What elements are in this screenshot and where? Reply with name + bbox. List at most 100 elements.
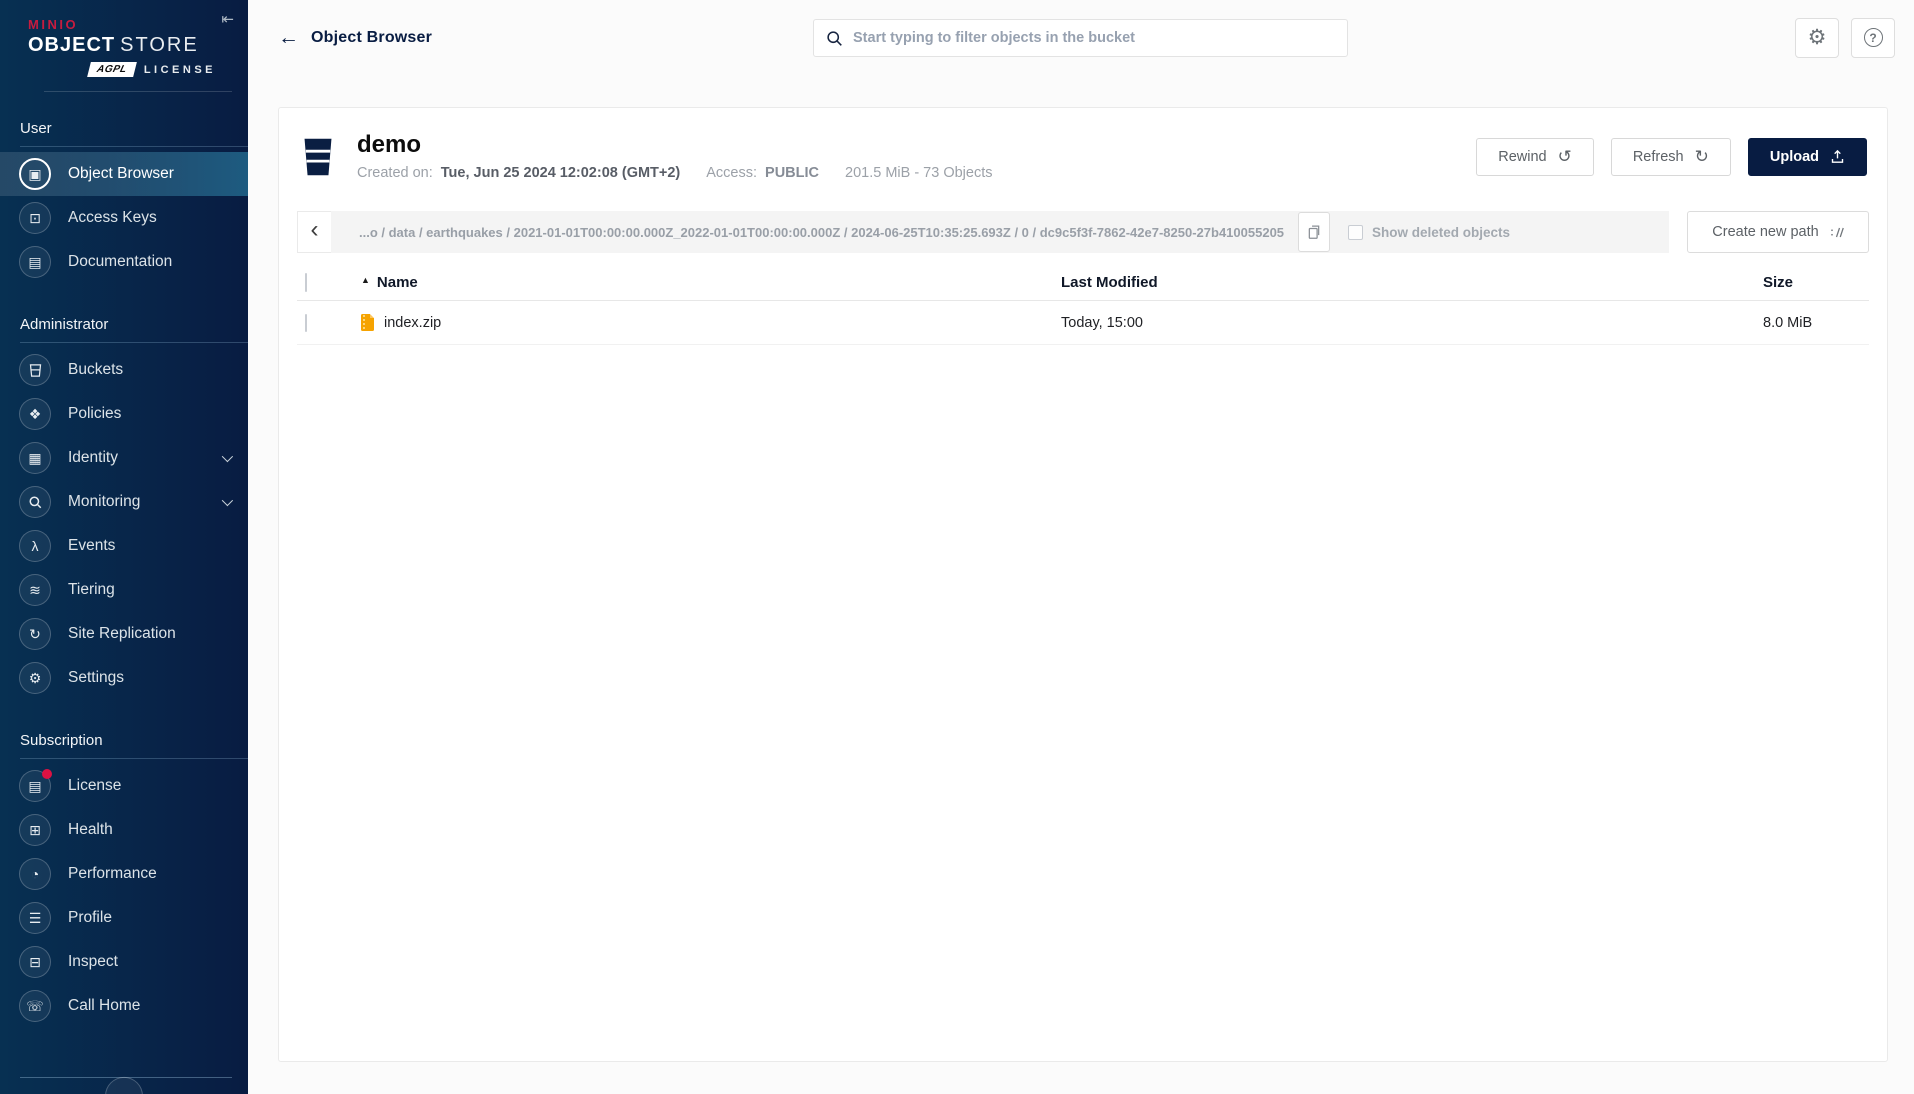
- sidebar-bottom-item[interactable]: [105, 1076, 143, 1094]
- divider: [20, 758, 248, 759]
- access-keys-icon: ⊡: [19, 202, 51, 234]
- sidebar-item-call-home[interactable]: ☏ Call Home: [0, 984, 248, 1028]
- help-button[interactable]: ?: [1851, 17, 1895, 58]
- breadcrumb[interactable]: ...o / data / earthquakes / 2021-01-01T0…: [359, 225, 1284, 240]
- policies-icon: ❖: [19, 398, 51, 430]
- rewind-button[interactable]: Rewind ↺: [1476, 137, 1594, 176]
- refresh-icon: ↻: [1694, 147, 1709, 167]
- upload-icon: [1830, 149, 1845, 164]
- divider: [20, 146, 248, 147]
- settings-icon: ⚙: [19, 662, 51, 694]
- sidebar-item-buckets[interactable]: Buckets: [0, 348, 248, 392]
- profile-icon: ☰: [19, 902, 51, 934]
- search-input[interactable]: [853, 30, 1335, 46]
- sidebar-item-settings[interactable]: ⚙ Settings: [0, 656, 248, 700]
- copy-path-button[interactable]: [1298, 212, 1331, 253]
- bucket-headtext: demo Created on: Tue, Jun 25 2024 12:02:…: [357, 132, 993, 181]
- settings-button[interactable]: ⚙: [1795, 17, 1839, 58]
- chevron-down-icon: [221, 450, 234, 463]
- monitoring-icon: [19, 486, 51, 518]
- site-replication-icon: ↻: [19, 618, 51, 650]
- events-icon: λ: [19, 530, 51, 562]
- sidebar-item-documentation[interactable]: ▤ Documentation: [0, 240, 248, 284]
- column-header-name[interactable]: Name: [377, 274, 418, 291]
- show-deleted-toggle[interactable]: Show deleted objects: [1348, 224, 1510, 240]
- select-all-checkbox[interactable]: [305, 273, 307, 293]
- sidebar-item-profile[interactable]: ☰ Profile: [0, 896, 248, 940]
- bucket-actions: Rewind ↺ Refresh ↻ Upload: [1476, 137, 1867, 176]
- inspect-icon: ⊟: [19, 946, 51, 978]
- created-value: Tue, Jun 25 2024 12:02:08 (GMT+2): [440, 165, 681, 182]
- back-arrow-icon[interactable]: ←: [278, 27, 299, 48]
- zip-file-icon: [361, 314, 374, 332]
- path-back-button[interactable]: ‹: [297, 211, 331, 254]
- license-icon: ▤: [19, 769, 52, 802]
- path-toolbar: ‹ ...o / data / earthquakes / 2021-01-01…: [297, 211, 1869, 254]
- license-alert-dot: [42, 769, 52, 779]
- sort-ascending-icon[interactable]: ▲: [361, 275, 370, 285]
- tiering-icon: ≋: [19, 574, 51, 606]
- chevron-left-icon: ‹: [310, 216, 319, 244]
- access-label: Access:: [706, 165, 758, 182]
- minio-wordmark: MINIO: [28, 17, 79, 32]
- section-label-subscription: Subscription: [20, 732, 103, 749]
- bucket-browser-card: demo Created on: Tue, Jun 25 2024 12:02:…: [278, 107, 1888, 1062]
- bucket-header: demo Created on: Tue, Jun 25 2024 12:02:…: [297, 108, 1869, 197]
- column-header-size: Size: [1763, 274, 1794, 292]
- table-row[interactable]: index.zip Today, 15:00 8.0 MiB: [297, 301, 1869, 346]
- bucket-usage: 201.5 MiB - 73 Objects: [845, 165, 993, 182]
- search-bar: [813, 19, 1348, 57]
- page-header: ← Object Browser ⚙ ?: [248, 0, 1914, 75]
- documentation-icon: ▤: [19, 246, 51, 278]
- sidebar-item-tiering[interactable]: ≋ Tiering: [0, 568, 248, 612]
- sidebar-nav: User ▣ Object Browser ⊡ Access Keys ▤ Do…: [0, 92, 248, 1028]
- sidebar-item-performance[interactable]: ◔ Performance: [0, 852, 248, 896]
- health-icon: ⊞: [19, 814, 51, 846]
- show-deleted-checkbox: [1348, 224, 1364, 240]
- sidebar-item-monitoring[interactable]: Monitoring: [0, 480, 248, 524]
- refresh-button[interactable]: Refresh ↻: [1610, 137, 1731, 176]
- chevron-down-icon: [221, 494, 234, 507]
- bucket-name: demo: [357, 131, 422, 158]
- sidebar-item-license[interactable]: ▤ License: [0, 764, 248, 808]
- help-icon: ?: [1863, 28, 1883, 47]
- sidebar-item-identity[interactable]: ▦ Identity: [0, 436, 248, 480]
- topbar-icons: ⚙ ?: [1795, 17, 1895, 58]
- objects-table: ▲ Name Last Modified Size index.zip Toda…: [297, 265, 1869, 346]
- section-label-user: User: [20, 120, 52, 137]
- breadcrumb-bar: ...o / data / earthquakes / 2021-01-01T0…: [331, 211, 1669, 254]
- divider: [20, 342, 248, 343]
- sidebar-item-policies[interactable]: ❖ Policies: [0, 392, 248, 436]
- product-name: OBJECT STORE: [28, 34, 199, 56]
- object-browser-icon: ▣: [19, 158, 51, 190]
- license-row: AGPL LICENSE: [28, 62, 216, 77]
- sidebar-item-health[interactable]: ⊞ Health: [0, 808, 248, 852]
- gear-icon: ⚙: [1807, 26, 1827, 49]
- sidebar-collapse-icon[interactable]: ⇤: [221, 10, 234, 28]
- brand-logo: ⇤ MINIO OBJECT STORE AGPL LICENSE: [0, 0, 248, 92]
- sidebar: ⇤ MINIO OBJECT STORE AGPL LICENSE User ▣ …: [0, 0, 248, 1094]
- divider: [44, 91, 232, 92]
- table-header-row: ▲ Name Last Modified Size: [297, 265, 1869, 302]
- created-label: Created on:: [357, 165, 433, 182]
- bucket-meta: Created on: Tue, Jun 25 2024 12:02:08 (G…: [357, 165, 993, 181]
- page-title: Object Browser: [311, 28, 433, 46]
- sidebar-item-access-keys[interactable]: ⊡ Access Keys: [0, 196, 248, 240]
- sidebar-item-object-browser[interactable]: ▣ Object Browser: [0, 152, 248, 196]
- rewind-icon: ↺: [1557, 147, 1572, 167]
- access-value: PUBLIC: [765, 165, 820, 182]
- create-new-path-button[interactable]: Create new path: [1687, 211, 1869, 254]
- row-checkbox[interactable]: [305, 313, 307, 332]
- buckets-icon: [19, 354, 51, 386]
- object-last-modified: Today, 15:00: [1061, 314, 1143, 331]
- sidebar-item-events[interactable]: λ Events: [0, 524, 248, 568]
- performance-icon: ◔: [19, 858, 51, 890]
- sidebar-item-inspect[interactable]: ⊟ Inspect: [0, 940, 248, 984]
- section-label-administrator: Administrator: [20, 316, 109, 333]
- sidebar-item-site-replication[interactable]: ↻ Site Replication: [0, 612, 248, 656]
- upload-button[interactable]: Upload: [1747, 137, 1867, 176]
- object-size: 8.0 MiB: [1763, 314, 1813, 331]
- column-header-last-modified: Last Modified: [1061, 274, 1158, 292]
- call-home-icon: ☏: [19, 990, 51, 1022]
- object-name: index.zip: [384, 314, 442, 331]
